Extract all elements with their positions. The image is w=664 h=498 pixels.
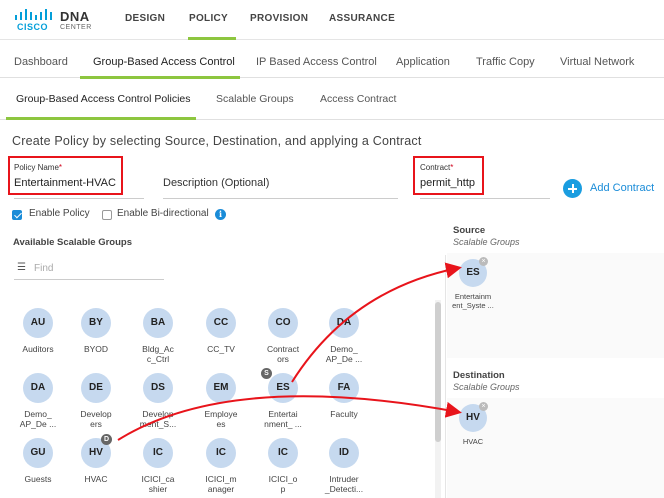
drag-arrows (117, 262, 462, 441)
destination-drag-arrow (117, 395, 462, 441)
create-policy-page: CISCO DNA CENTER DESIGN POLICY PROVISION… (0, 0, 664, 498)
source-drag-arrow (291, 262, 462, 383)
